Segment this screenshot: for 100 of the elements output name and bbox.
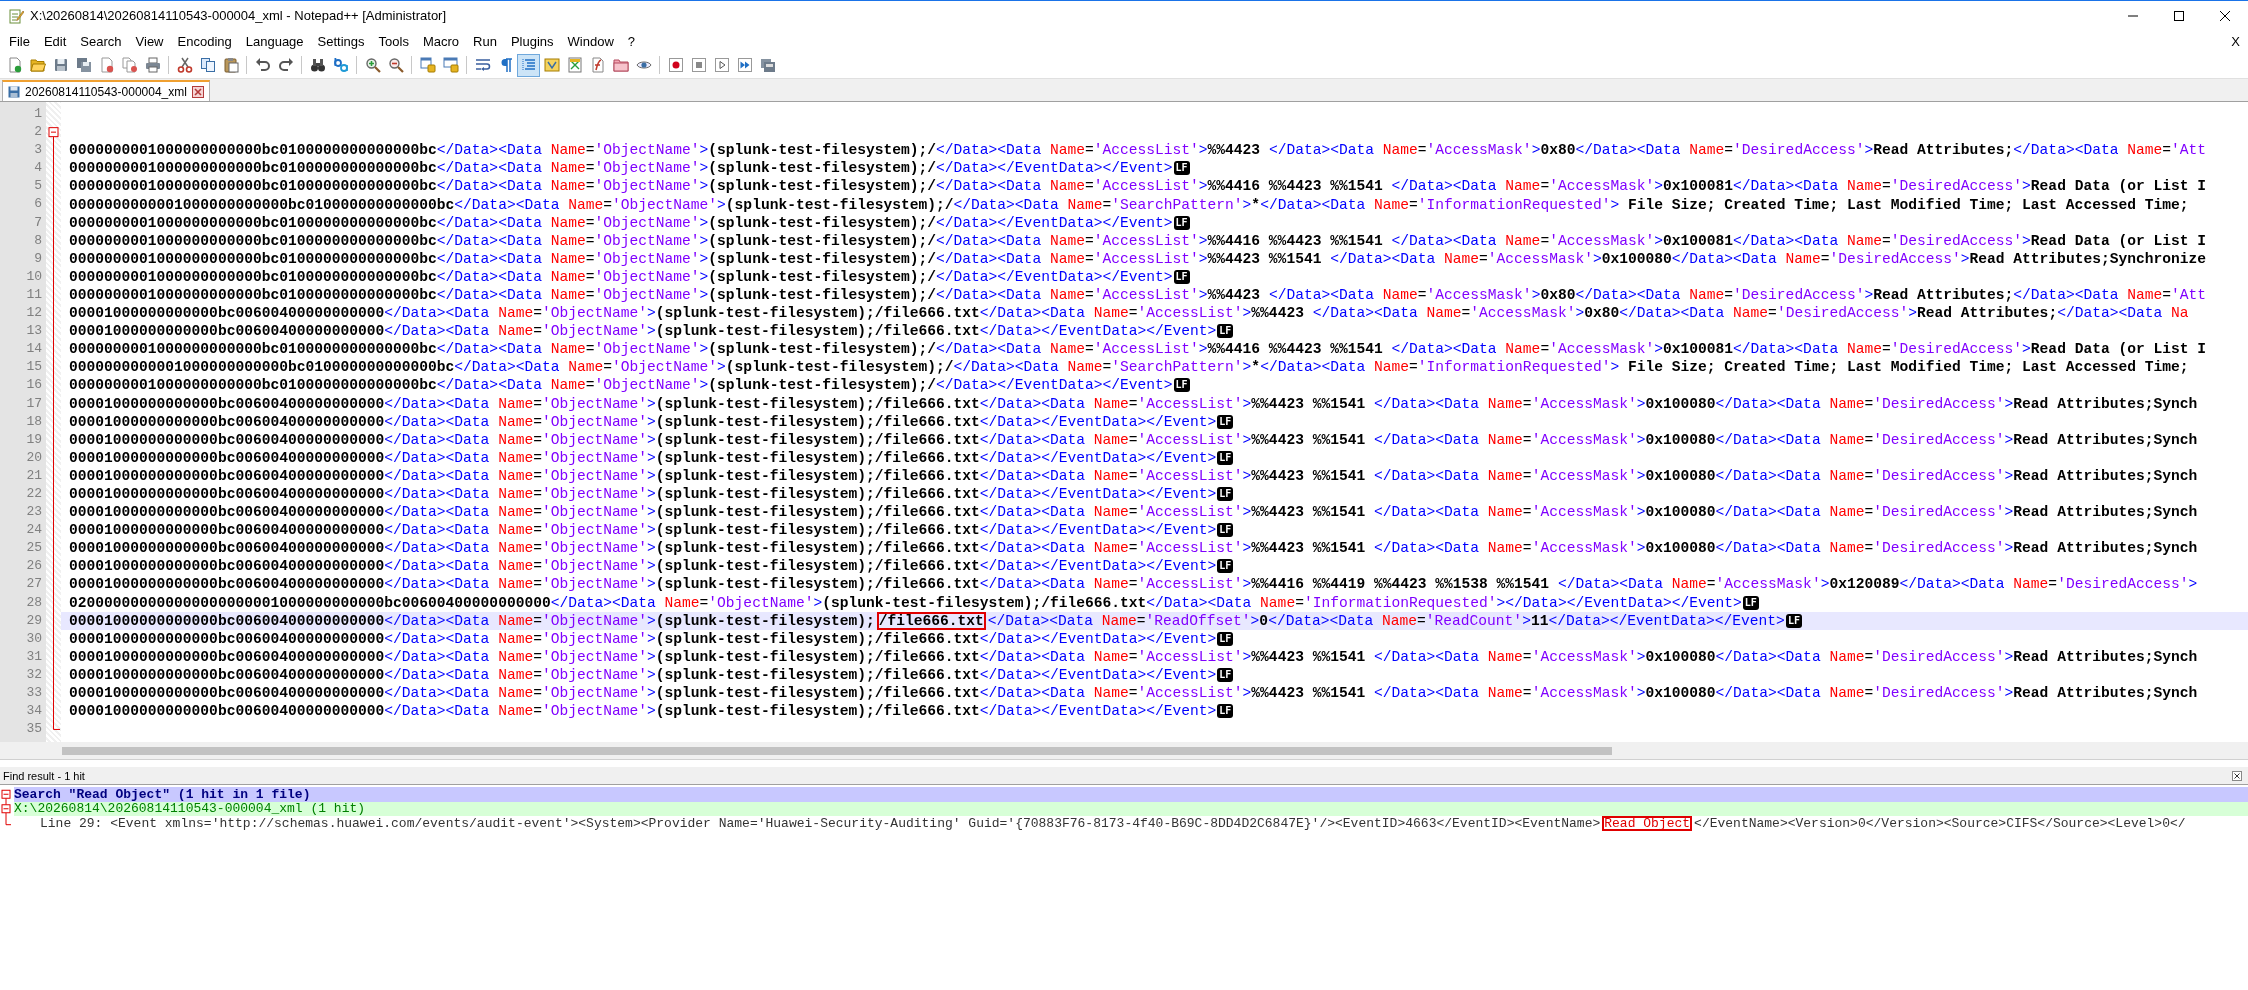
code-line: 0000000001000000000000bc0100000000000000bc</Data><Data Name='ObjectName'>(splunk-test-filesystem);/</Data><Data Name='AccessList'>%%4416 %%4423 %%1541 </Data><Data Name='AccessMask'>0x100081</Data><Data Name='DesiredAccess'>Read Data (or List I xyxy=(69,179,2206,194)
line-number: 3 xyxy=(33,141,43,160)
horizontal-scrollbar[interactable] xyxy=(0,742,2248,760)
fold-icon[interactable] xyxy=(1,789,11,799)
menu-item[interactable]: Plugins xyxy=(503,33,561,49)
code-line: 0000000001000000000000bc0100000000000000bc</Data><Data Name='ObjectName'>(splunk-test-filesystem);/</Data><Data Name='AccessList'>%%4423 </Data><Data Name='AccessMask'>0x80</Data><Data Name='DesiredAccess'>Read Attributes;</Data><Data Name='Att xyxy=(69,143,2207,158)
menu-item[interactable]: Edit xyxy=(36,33,74,49)
code-line: 0000000001000000000000bc0100000000000000bc</Data><Data Name='ObjectName'>(splunk-test-filesystem);/</Data><Data Name='AccessList'>%%4416 %%4423 %%1541 </Data><Data Name='AccessMask'>0x100081</Data><Data Name='DesiredAccess'>Read Data (or List I xyxy=(69,342,2206,357)
code-line: 0000000001000000000000bc0100000000000000bc</Data><Data Name='ObjectName'>(splunk-test-filesystem);/</Data></EventData></Event> xyxy=(69,161,1173,176)
menu-item[interactable]: ? xyxy=(620,33,643,49)
line-number: 7 xyxy=(33,213,43,232)
code-line: 00001000000000000bc00600400000000000</Data><Data Name='ObjectName'>(splunk-test-filesystem);/file666.txt</Data><Data Name='AccessList'>%%4423 %%1541 </Data><Data Name='AccessMask'>0x100080</Data><Data Name='DesiredAccess'>Read Attributes;Synch xyxy=(69,396,2198,411)
menu-item[interactable]: Macro xyxy=(415,33,467,49)
line-end-marker: LF xyxy=(1217,667,1234,682)
line-number: 1 xyxy=(33,105,43,123)
panel-title: Find result - 1 hit xyxy=(3,769,85,782)
line-number: 5 xyxy=(33,177,43,196)
menu-item[interactable]: Search xyxy=(73,33,129,49)
line-number: 25 xyxy=(25,539,43,558)
search-match[interactable]: Read Object xyxy=(1602,815,1693,831)
line-end-marker: LF xyxy=(1217,324,1234,339)
result-line[interactable]: </EventName><Version>0</Version><Source>CIFS</Source><Level>0</ xyxy=(1694,815,2186,831)
line-end-marker: LF xyxy=(1173,161,1190,176)
line-end-marker: LF xyxy=(1217,487,1234,501)
code-line: 00001000000000000bc00600400000000000</Data><Data Name='ObjectName'>(splunk-test-filesystem);/file666.txt</Data></EventData></Event> xyxy=(69,487,1217,501)
line-number: 30 xyxy=(25,629,43,648)
code-line: 0000000001000000000000bc0100000000000000bc</Data><Data Name='ObjectName'>(splunk-test-filesystem);/</Data><Data Name='AccessList'>%%4416 %%4423 %%1541 </Data><Data Name='AccessMask'>0x100081</Data><Data Name='DesiredAccess'>Read Data (or List I xyxy=(69,233,2206,248)
code-line: 0000000000001000000000000bc010000000000000bc</Data><Data Name='ObjectName'>(splunk-test-filesystem);/</Data><Data Name='SearchPattern'>*</Data><Data Name='InformationRequested'> File Size; Created Time; Last Modified Time; Last Accessed Time; xyxy=(69,197,2189,212)
line-number: 16 xyxy=(25,376,43,395)
line-number: 23 xyxy=(25,503,43,522)
code-line: 00001000000000000bc00600400000000000</Data><Data Name='ObjectName'>(splunk-test-filesystem);/file666.txt</Data></EventData></Event> xyxy=(69,414,1217,429)
line-end-marker: LF xyxy=(1173,269,1190,284)
line-end-marker: LF xyxy=(1217,704,1234,719)
line-number: 24 xyxy=(25,521,43,540)
search-summary[interactable]: Search "Read Object" (1 hit in 1 file) xyxy=(14,786,311,802)
code-line: 00001000000000000bc00600400000000000</Data><Data Name='ObjectName'>(splunk-test-filesystem);/file666.txt</Data></EventData></Event> xyxy=(69,559,1217,574)
line-number: 26 xyxy=(25,557,43,576)
line-number: 35 xyxy=(25,720,43,739)
menu-item[interactable]: Window xyxy=(560,33,621,49)
file-tab[interactable]: 20260814110543-000004_xml xyxy=(2,80,210,101)
code-line: 020000000000000000000001000000000000bc00600400000000000</Data><Data Name='ObjectName'>(splunk-test-filesystem);/file666.txt</Data><Data Name='InformationRequested'></Data></EventData></Event> xyxy=(69,595,1742,610)
code-line: 0000000000001000000000000bc010000000000000bc</Data><Data Name='ObjectName'>(splunk-test-filesystem);/</Data><Data Name='SearchPattern'>*</Data><Data Name='InformationRequested'> File Size; Created Time; Last Modified Time; Last Accessed Time; xyxy=(69,360,2189,375)
save-icon xyxy=(8,85,20,98)
menu-item[interactable]: Language xyxy=(238,33,311,49)
line-number: 17 xyxy=(25,394,43,413)
line-number: 2 xyxy=(33,123,43,142)
menu-item[interactable]: Encoding xyxy=(170,33,239,49)
indent-guide-icon[interactable] xyxy=(517,53,540,77)
menu-item[interactable]: File xyxy=(2,33,37,49)
line-end-marker: LF xyxy=(1217,631,1234,646)
line-end-marker: LF xyxy=(1217,450,1234,465)
line-number: 31 xyxy=(25,647,43,666)
line-number: 9 xyxy=(33,249,43,268)
line-number: 33 xyxy=(25,684,43,702)
result-line[interactable]: Line 29: <Event xmlns='http://schemas.huawei.com/events/audit-event'><System><Provider Name='Huawei-Security-Auditing' Guid='{70883F76-8173-4f40-B69C-8DD4D2C6847E}'/><EventID>4663</EventID><EventName> xyxy=(40,815,1601,831)
line-number: 34 xyxy=(25,702,43,721)
line-end-marker: LF xyxy=(1217,414,1234,429)
menu-item[interactable]: Settings xyxy=(310,33,372,49)
scrollbar-thumb[interactable] xyxy=(62,746,1612,755)
code-line: 0000000001000000000000bc0100000000000000bc</Data><Data Name='ObjectName'>(splunk-test-filesystem);/</Data></EventData></Event> xyxy=(69,215,1173,230)
notepad-icon xyxy=(8,7,24,24)
line-number: 28 xyxy=(25,593,43,612)
menu-item[interactable]: View xyxy=(128,33,171,49)
line-end-marker: LF xyxy=(1173,215,1190,230)
file-result[interactable]: X:\20260814\20260814110543-000004_xml (1 hit) xyxy=(14,801,366,817)
line-number: 27 xyxy=(25,575,43,594)
code-line: 00001000000000000bc00600400000000000</Data><Data Name='ObjectName'>(splunk-test-filesystem);/file666.txt</Data><Data Name='AccessList'>%%4423 %%1541 </Data><Data Name='AccessMask'>0x100080</Data><Data Name='DesiredAccess'>Read Attributes;Synch xyxy=(69,686,2198,701)
close-icon[interactable] xyxy=(2232,770,2242,781)
code-line: 00001000000000000bc00600400000000000</Data><Data Name='ObjectName'>(splunk-test-filesystem);/file666.txt</Data></EventData></Event> xyxy=(69,704,1217,719)
line-number: 29 xyxy=(25,611,43,630)
line-number: 8 xyxy=(33,231,43,250)
code-line: 00001000000000000bc00600400000000000</Data><Data Name='ObjectName'>(splunk-test-filesystem);/file666.txt</Data><Data Name='AccessList'>%%4416 %%4419 %%4423 %%1538 %%1541 </Data><Data Name='AccessMask'>0x120089</Data><Data Name='DesiredAccess'> xyxy=(69,577,2198,592)
line-number: 12 xyxy=(25,304,43,323)
fold-icon[interactable] xyxy=(48,127,59,138)
menu-item[interactable]: Tools xyxy=(371,33,416,49)
code-line: 0000000001000000000000bc0100000000000000bc</Data><Data Name='ObjectName'>(splunk-test-filesystem);/</Data></EventData></Event> xyxy=(69,378,1173,393)
code-line: 00001000000000000bc00600400000000000</Data><Data Name='ObjectName'>(splunk-test-filesystem);/file666.txt</Data><Data Name='AccessList'>%%4423 %%1541 </Data><Data Name='AccessMask'>0x100080</Data><Data Name='DesiredAccess'>Read Attributes;Synch xyxy=(69,432,2198,447)
line-end-marker: LF xyxy=(1742,595,1759,610)
menu-item[interactable]: Run xyxy=(466,33,504,49)
code-line: 00001000000000000bc00600400000000000</Data><Data Name='ObjectName'>(splunk-test-filesystem);/file666.txt</Data><Data Name='AccessList'>%%4423 %%1541 </Data><Data Name='AccessMask'>0x100080</Data><Data Name='DesiredAccess'>Read Attributes;Synch xyxy=(69,541,2198,556)
code-line: </Data><Data Name='ReadOffset'>0</Data><Data Name='ReadCount'>11</Data></EventData></Event> xyxy=(987,613,1785,628)
line-number: 4 xyxy=(33,159,43,178)
line-number: 22 xyxy=(25,484,43,503)
line-number: 18 xyxy=(25,412,43,431)
fold-line xyxy=(5,797,12,826)
line-number: 21 xyxy=(25,466,43,485)
code-line: 00001000000000000bc00600400000000000</Data><Data Name='ObjectName'>(splunk-test-filesystem);/file666.txt</Data><Data Name='AccessList'>%%4423 %%1541 </Data><Data Name='AccessMask'>0x100080</Data><Data Name='DesiredAccess'>Read Attributes;Synch xyxy=(69,649,2198,664)
code-line: 0000000001000000000000bc0100000000000000bc</Data><Data Name='ObjectName'>(splunk-test-filesystem);/</Data></EventData></Event> xyxy=(69,269,1173,284)
code-line: 00001000000000000bc00600400000000000</Data><Data Name='ObjectName'>(splunk-test-filesystem);/file666.txt</Data><Data Name='AccessList'>%%4423 </Data><Data Name='AccessMask'>0x80</Data><Data Name='DesiredAccess'>Read Attributes;</Data><Data Na xyxy=(69,306,2189,321)
code-line: 00001000000000000bc00600400000000000</Data><Data Name='ObjectName'>(splunk-test-filesystem);/file666.txt</Data></EventData></Event> xyxy=(69,523,1217,538)
close-icon[interactable] xyxy=(191,85,204,98)
line-end-marker: LF xyxy=(1217,523,1234,538)
close-document-button[interactable]: X xyxy=(2223,33,2248,49)
line-number: 6 xyxy=(33,195,43,214)
line-number: 10 xyxy=(25,267,43,286)
line-number: 11 xyxy=(25,285,43,304)
fold-icon[interactable] xyxy=(1,804,11,814)
search-match: /file666.txt xyxy=(876,611,986,630)
line-end-marker: LF xyxy=(1173,378,1190,393)
line-number: 19 xyxy=(25,430,43,449)
